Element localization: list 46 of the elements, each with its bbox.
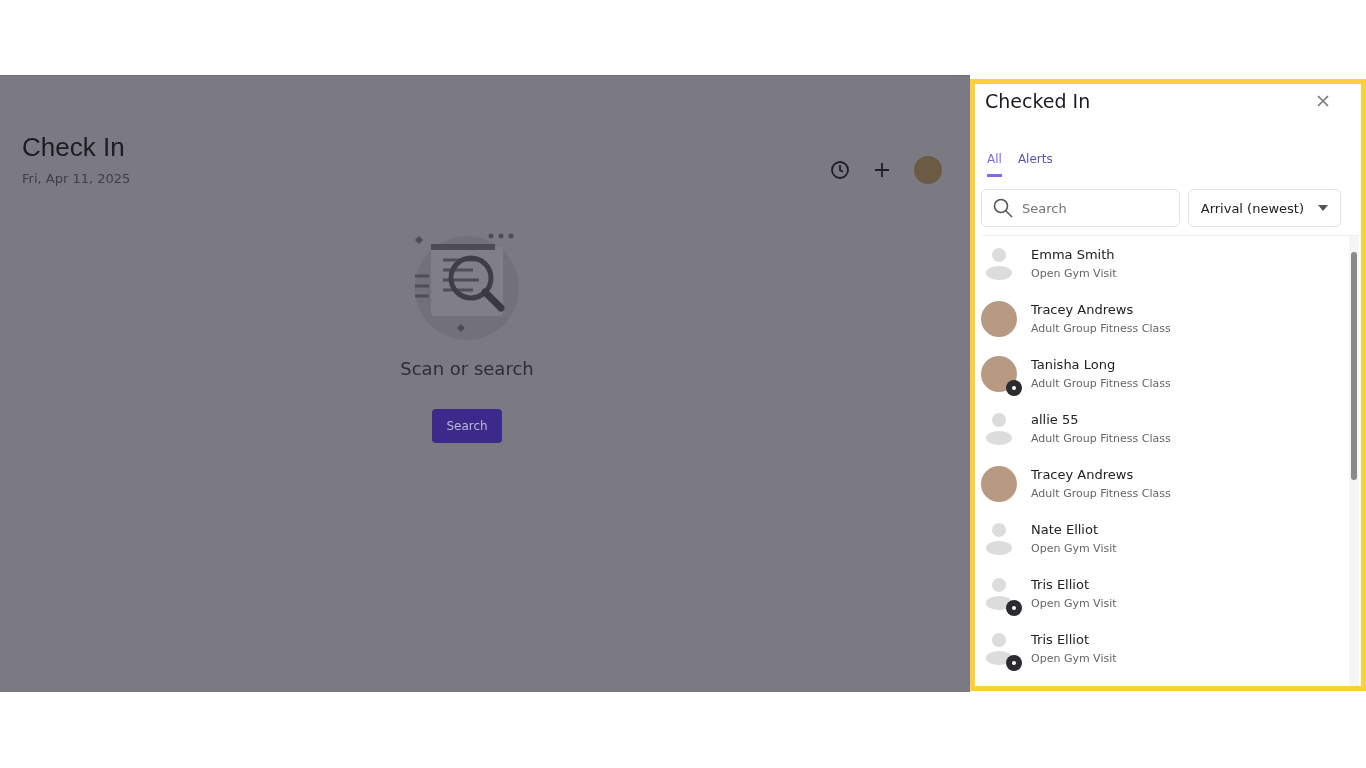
person-row[interactable]: Tracey Andrews Adult Group Fitness Class <box>981 456 1349 511</box>
person-name: Emma Smith <box>1031 247 1116 262</box>
person-name: Tris Elliot <box>1031 632 1090 647</box>
person-name: Tanisha Long <box>1031 357 1117 372</box>
person-name: Nate Elliot <box>1031 522 1100 537</box>
scrollbar[interactable] <box>1349 236 1359 686</box>
person-row[interactable]: Tris Elliot Open Gym Visit <box>981 566 1349 621</box>
person-name: Tracey Andrews <box>1031 467 1135 482</box>
person-row[interactable]: Tanisha Long Adult Group Fitness Class <box>981 346 1349 401</box>
avatar-photo-placeholder <box>981 465 1017 502</box>
avatar-photo-placeholder <box>981 355 1017 392</box>
visit-type: Open Gym Visit <box>1031 267 1117 280</box>
clock-icon[interactable] <box>830 160 850 180</box>
tab[interactable]: Alerts <box>1017 152 1053 177</box>
person-row[interactable]: Emma Smith Open Gym Visit <box>981 236 1349 291</box>
person-row[interactable]: Tracey Andrews Adult Group Fitness Class <box>981 291 1349 346</box>
person-silhouette-icon <box>985 632 1013 665</box>
person-name: Tracey Andrews <box>1031 302 1135 317</box>
visit-type: Open Gym Visit <box>1031 597 1117 610</box>
visit-type: Adult Group Fitness Class <box>1031 432 1171 445</box>
person-row[interactable]: allie 55 Adult Group Fitness Class <box>981 401 1349 456</box>
avatar-photo-placeholder <box>981 300 1017 337</box>
person-name: Tris Elliot <box>1031 577 1090 592</box>
person-silhouette-icon <box>985 412 1013 445</box>
visit-type: Open Gym Visit <box>1031 652 1117 665</box>
person-silhouette-icon <box>985 522 1013 555</box>
plus-icon[interactable] <box>874 162 890 178</box>
tab[interactable]: All <box>987 152 1002 177</box>
panel-title: Checked In <box>985 90 1091 112</box>
empty-state-message: Scan or search <box>400 358 534 379</box>
person-silhouette-icon <box>985 247 1013 280</box>
visit-type: Open Gym Visit <box>1031 542 1117 555</box>
page-title: Check In <box>22 132 126 163</box>
visit-type: Adult Group Fitness Class <box>1031 322 1171 335</box>
close-icon[interactable] <box>1317 95 1329 107</box>
caret-icon <box>1318 205 1328 211</box>
visit-type: Adult Group Fitness Class <box>1031 377 1171 390</box>
search-button[interactable]: Search <box>432 409 502 443</box>
person-row[interactable]: Tris Elliot Open Gym Visit <box>981 621 1349 676</box>
visit-type: Adult Group Fitness Class <box>1031 487 1171 500</box>
person-row[interactable]: Nate Elliot Open Gym Visit <box>981 511 1349 566</box>
person-name: allie 55 <box>1031 412 1080 427</box>
page-date: Fri, Apr 11, 2025 <box>22 171 131 186</box>
search-field[interactable]: Search <box>981 189 1180 227</box>
sort-dropdown[interactable]: Arrival (newest) <box>1187 189 1341 227</box>
person-silhouette-icon <box>985 577 1013 610</box>
